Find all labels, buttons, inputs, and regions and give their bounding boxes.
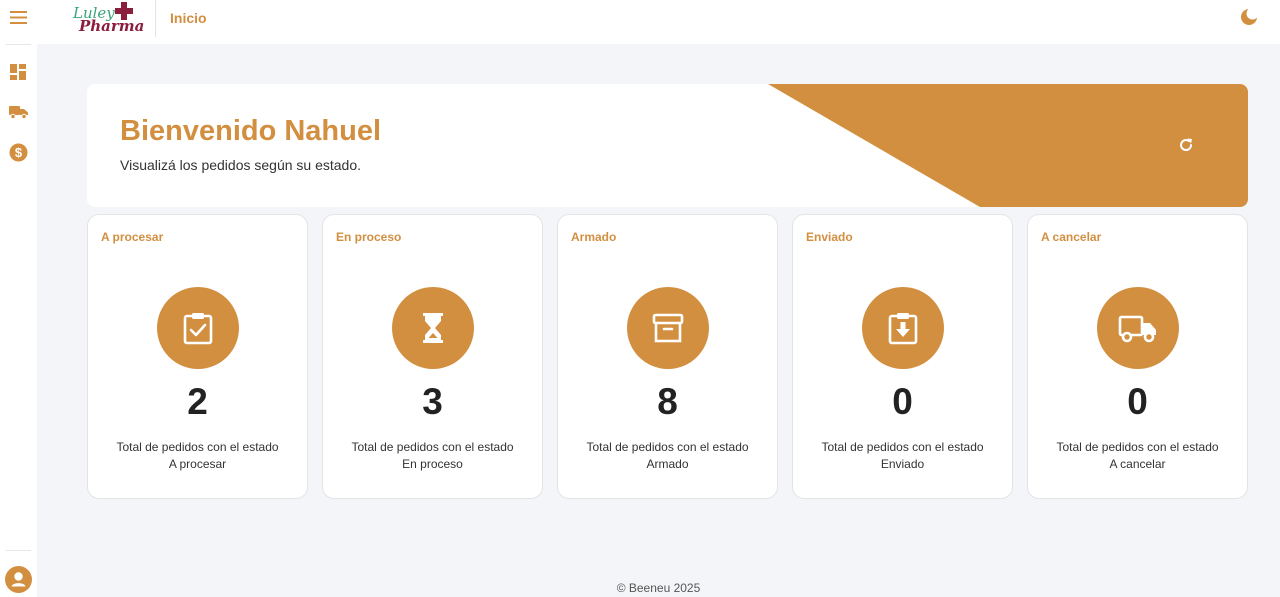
card-title: A cancelar [1041,230,1102,244]
card-icon-circle [862,287,944,369]
card-title: Armado [571,230,617,244]
truck-icon[interactable] [8,102,28,122]
card-description: Total de pedidos con el estado A cancela… [1028,439,1247,473]
card-title: Enviado [806,230,853,244]
logo-line2: Pharma [79,17,145,35]
card-count: 0 [1127,381,1148,422]
page-title: Bienvenido Nahuel [120,115,382,147]
card-count: 0 [892,381,913,422]
card-desc-line2: A procesar [168,457,227,471]
card-desc-line1: Total de pedidos con el estado [1056,440,1219,454]
card-desc-line2: A cancelar [1109,457,1166,471]
card-title: En proceso [336,230,402,244]
card-icon-circle [1097,287,1179,369]
page-subtitle: Visualizá los pedidos según su estado. [120,157,362,173]
menu-icon[interactable] [8,7,28,27]
card-desc-line1: Total de pedidos con el estado [351,440,514,454]
card-description: Total de pedidos con el estado Enviado [793,439,1012,473]
truck-icon [1118,315,1156,343]
card-desc-line1: Total de pedidos con el estado [586,440,749,454]
card-desc-line2: Enviado [880,457,925,471]
welcome-banner: Bienvenido Nahuel Visualizá los pedidos … [87,84,1248,207]
card-desc-line1: Total de pedidos con el estado [821,440,984,454]
card-count: 2 [187,381,208,422]
card-desc-line2: Armado [646,457,689,471]
footer-copyright: © Beeneu 2025 [616,581,701,595]
card-count: 3 [422,381,443,422]
download-box-icon [888,313,918,345]
svg-text:$: $ [14,145,22,160]
hourglass-icon [423,313,443,343]
card-icon-circle [157,287,239,369]
user-icon[interactable] [5,566,32,593]
card-desc-line2: En proceso [402,457,463,471]
topbar: Luley Pharma Inicio [37,0,1280,44]
breadcrumb[interactable]: Inicio [170,10,207,26]
card-count: 8 [657,381,678,422]
status-card[interactable]: A procesar 2 Total de pedidos con el est… [87,214,308,499]
card-description: Total de pedidos con el estado En proces… [323,439,542,473]
card-desc-line1: Total de pedidos con el estado [116,440,279,454]
dollar-icon[interactable]: $ [8,142,28,162]
card-description: Total de pedidos con el estado Armado [558,439,777,473]
status-card[interactable]: Enviado 0 Total de pedidos con el estado… [792,214,1013,499]
clipboard-check-icon [183,313,213,345]
archive-box-icon [652,313,684,343]
status-card[interactable]: A cancelar 0 Total de pedidos con el est… [1027,214,1248,499]
card-icon-circle [392,287,474,369]
status-card[interactable]: En proceso 3 Total de pedidos con el est… [322,214,543,499]
dashboard-icon[interactable] [8,62,28,82]
refresh-icon[interactable] [1177,136,1195,154]
topbar-divider [155,0,156,37]
sidebar: $ [0,0,37,597]
logo[interactable]: Luley Pharma [73,2,173,38]
status-card[interactable]: Armado 8 Total de pedidos con el estado … [557,214,778,499]
sidebar-divider [6,550,31,551]
cross-icon [115,2,133,20]
card-icon-circle [627,287,709,369]
moon-icon[interactable] [1240,8,1258,26]
card-description: Total de pedidos con el estado A procesa… [88,439,307,473]
sidebar-divider [6,44,31,45]
card-title: A procesar [101,230,164,244]
